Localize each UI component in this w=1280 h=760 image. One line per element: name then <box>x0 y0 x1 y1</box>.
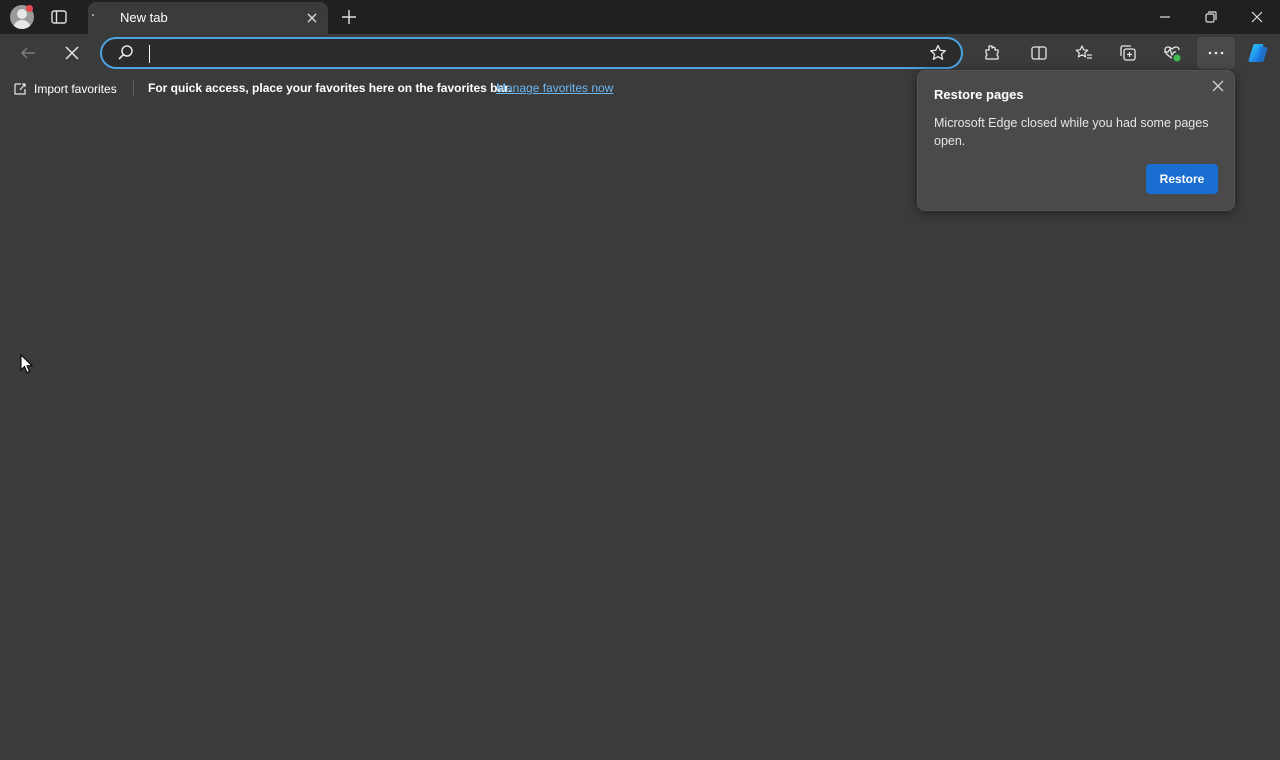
tab-title: New tab <box>120 10 168 25</box>
popup-message: Microsoft Edge closed while you had some… <box>934 116 1209 148</box>
tab-new-tab[interactable]: New tab <box>88 2 328 34</box>
collections-icon[interactable] <box>1118 43 1138 63</box>
split-screen-icon[interactable] <box>1029 43 1049 63</box>
favorite-star-icon[interactable] <box>928 43 948 63</box>
text-caret <box>149 45 150 63</box>
copilot-icon[interactable] <box>1246 41 1270 65</box>
address-input[interactable] <box>148 44 908 64</box>
browser-essentials-icon[interactable] <box>1162 43 1182 63</box>
import-favorites-button[interactable]: Import favorites <box>12 80 117 98</box>
back-arrow-icon[interactable] <box>18 43 38 63</box>
navigation-toolbar <box>0 34 1280 72</box>
favorites-divider <box>133 80 134 96</box>
mouse-cursor-icon <box>20 354 34 374</box>
restore-button[interactable]: Restore <box>1146 164 1218 194</box>
restore-pages-popup: Restore pages Microsoft Edge closed whil… <box>917 70 1235 211</box>
close-window-icon[interactable] <box>1248 8 1266 26</box>
stop-loading-icon[interactable] <box>62 43 82 63</box>
close-icon[interactable] <box>304 10 320 26</box>
search-icon <box>118 45 133 60</box>
manage-favorites-link[interactable]: Manage favorites now <box>496 81 613 95</box>
extensions-icon[interactable] <box>982 43 1002 63</box>
tab-actions-icon[interactable] <box>50 8 68 26</box>
address-bar[interactable] <box>100 37 963 69</box>
tab-loading-indicator <box>92 14 94 16</box>
more-options-icon[interactable] <box>1206 43 1226 63</box>
profile-notification-badge <box>26 5 33 12</box>
title-bar: New tab <box>0 0 1280 34</box>
popup-title: Restore pages <box>934 87 1024 102</box>
restore-window-icon[interactable] <box>1202 8 1220 26</box>
favorites-bar-message: For quick access, place your favorites h… <box>148 81 512 95</box>
plus-icon[interactable] <box>340 8 358 26</box>
close-icon[interactable] <box>1210 78 1226 94</box>
import-favorites-icon <box>14 83 26 95</box>
minimize-icon[interactable] <box>1156 8 1174 26</box>
import-favorites-label: Import favorites <box>34 82 117 96</box>
favorites-icon[interactable] <box>1074 43 1094 63</box>
